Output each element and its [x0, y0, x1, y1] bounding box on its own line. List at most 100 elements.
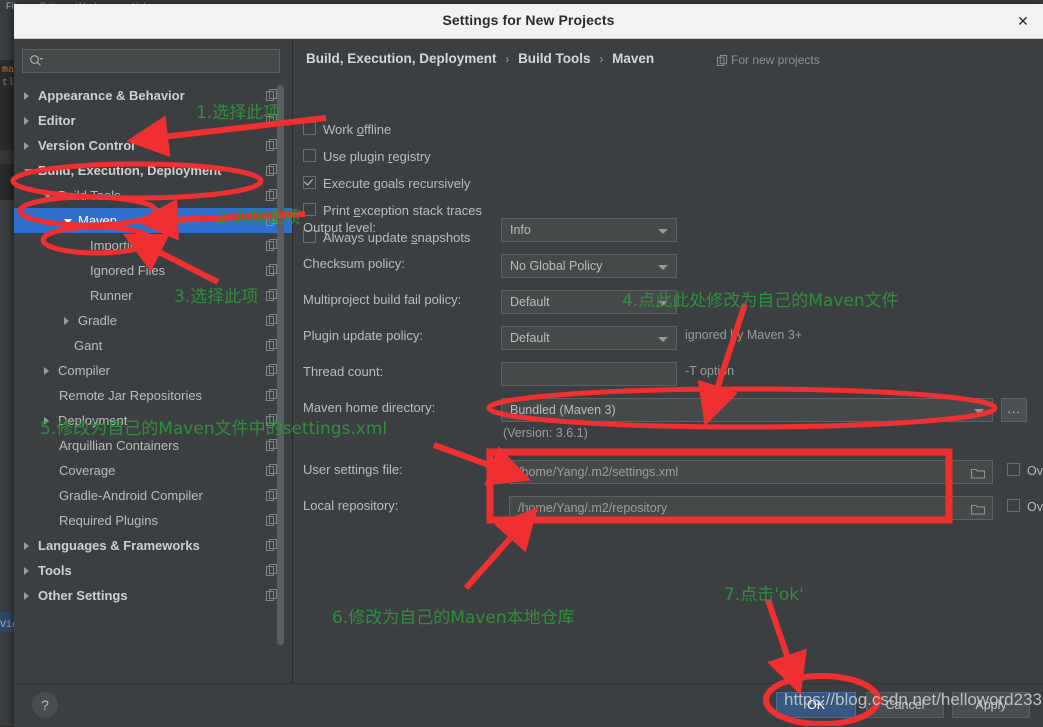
sidebar-item-label: Editor [38, 113, 76, 128]
search-field-wrapper [22, 49, 280, 73]
chevron-down-icon[interactable] [64, 219, 72, 224]
sidebar-item-maven[interactable]: Maven [14, 208, 292, 233]
help-button[interactable]: ? [32, 692, 58, 718]
sidebar-item-languages-frameworks[interactable]: Languages & Frameworks [14, 533, 292, 558]
search-input[interactable] [22, 49, 280, 73]
breadcrumb-leaf[interactable]: Maven [612, 51, 654, 66]
chevron-right-icon[interactable] [24, 142, 29, 150]
chevron-down-icon[interactable] [658, 229, 668, 234]
checkbox-box[interactable] [1007, 463, 1020, 476]
combobox-output-level[interactable]: Info [501, 218, 677, 242]
chevron-right-icon[interactable] [24, 92, 29, 100]
checkbox-box[interactable] [303, 203, 316, 216]
checkbox-override-local-repository[interactable]: Override [1007, 499, 1043, 514]
sidebar-item-tools[interactable]: Tools [14, 558, 292, 583]
sidebar-item-label: Build, Execution, Deployment [38, 163, 222, 178]
label-thread-count: Thread count: [303, 364, 384, 379]
sidebar-item-runner[interactable]: Runner [14, 283, 292, 308]
checkbox-use-plugin-registry[interactable]: Use plugin registry [303, 149, 431, 164]
chevron-down-icon[interactable] [658, 301, 668, 306]
sidebar-item-build-execution-deployment[interactable]: Build, Execution, Deployment [14, 158, 292, 183]
checkbox-box[interactable] [303, 149, 316, 162]
label-plugin-update-policy: Plugin update policy: [303, 328, 423, 343]
sidebar-item-deployment[interactable]: Deployment [14, 408, 292, 433]
combobox-plugin-update-policy[interactable]: Default [501, 326, 677, 350]
close-icon[interactable]: ✕ [1013, 12, 1033, 30]
chevron-right-icon[interactable] [64, 317, 69, 325]
combobox-maven-home[interactable]: Bundled (Maven 3) [501, 398, 993, 422]
sidebar-item-label: Ignored Files [90, 263, 166, 278]
breadcrumb-root[interactable]: Build, Execution, Deployment [306, 51, 497, 66]
checkbox-box[interactable] [1007, 499, 1020, 512]
sidebar-item-version-control[interactable]: Version Control [14, 133, 292, 158]
chevron-down-icon[interactable] [658, 265, 668, 270]
sidebar-item-importing[interactable]: Importing [14, 233, 292, 258]
dialog-titlebar: Settings for New Projects ✕ [14, 4, 1043, 39]
chevron-right-icon[interactable] [44, 367, 49, 375]
maven-settings-pane: Build, Execution, Deployment › Build Too… [293, 39, 1043, 683]
sidebar-item-label: Build Tools [58, 188, 121, 203]
browse-button[interactable]: ... [1001, 398, 1027, 422]
breadcrumb-mid[interactable]: Build Tools [518, 51, 591, 66]
combobox-checksum-policy[interactable]: No Global Policy [501, 254, 677, 278]
input-user-settings[interactable]: /home/Yang/.m2/settings.xml [509, 460, 993, 484]
checkbox-label-pre: Work [323, 122, 357, 137]
field-value: /home/Yang/.m2/repository [518, 501, 668, 515]
sidebar-item-editor[interactable]: Editor [14, 108, 292, 133]
field-value: No Global Policy [510, 259, 603, 273]
breadcrumb-separator-2: › [599, 52, 604, 66]
sidebar-item-gant[interactable]: Gant [14, 333, 292, 358]
chevron-right-icon[interactable] [24, 117, 29, 125]
chevron-right-icon[interactable] [24, 567, 29, 575]
dialog-body: Appearance & Behavior Editor Version Contr… [14, 39, 1043, 683]
sidebar-item-label: Maven [78, 213, 118, 228]
checkbox-label-post: oals recursively [380, 176, 471, 191]
sidebar-item-appearance-behavior[interactable]: Appearance & Behavior [14, 83, 292, 108]
chevron-right-icon[interactable] [24, 592, 29, 600]
sidebar-scrollbar-thumb[interactable] [277, 85, 284, 645]
folder-icon[interactable] [971, 467, 985, 479]
folder-icon[interactable] [971, 503, 985, 515]
sidebar-item-label: Tools [38, 563, 72, 578]
sidebar-item-other-settings[interactable]: Other Settings [14, 583, 292, 608]
label-user-settings: User settings file: [303, 462, 403, 477]
sidebar-item-remote-jar-repositories[interactable]: Remote Jar Repositories [14, 383, 292, 408]
chevron-right-icon[interactable] [24, 542, 29, 550]
chevron-down-icon[interactable] [24, 169, 32, 174]
sidebar-item-label: Required Plugins [59, 513, 159, 528]
sidebar-item-label: Remote Jar Repositories [59, 388, 203, 403]
checkbox-override-user-settings[interactable]: Override [1007, 463, 1043, 478]
dialog-title: Settings for New Projects [442, 12, 615, 28]
checkbox-mnemonic: o [356, 122, 364, 137]
watermark: https://blog.csdn.net/helloword233 [784, 690, 1043, 709]
sidebar-item-compiler[interactable]: Compiler [14, 358, 292, 383]
checkbox-box[interactable] [303, 176, 316, 189]
breadcrumb-separator-1: › [505, 52, 510, 66]
checkbox-box[interactable] [303, 122, 316, 135]
checkbox-label-pre: Execute [323, 176, 374, 191]
sidebar-item-label: Appearance & Behavior [38, 88, 185, 103]
sidebar-item-ignored-files[interactable]: Ignored Files [14, 258, 292, 283]
sidebar-item-coverage[interactable]: Coverage [14, 458, 292, 483]
input-thread-count[interactable] [501, 362, 677, 386]
sidebar-item-label: Gant [74, 338, 103, 353]
maven-version-label: (Version: 3.6.1) [503, 426, 588, 440]
chevron-down-icon[interactable] [44, 194, 52, 199]
chevron-down-icon[interactable] [658, 337, 668, 342]
checkbox-label-post: ffline [363, 122, 392, 137]
sidebar-item-label: Languages & Frameworks [38, 538, 200, 553]
sidebar-item-label: Coverage [59, 463, 116, 478]
checkbox-print-exception-stack-traces[interactable]: Print exception stack traces [303, 203, 482, 218]
combobox-multiproject-fail-policy[interactable]: Default [501, 290, 677, 314]
sidebar-item-gradle-android-compiler[interactable]: Gradle-Android Compiler [14, 483, 292, 508]
sidebar-item-arquillian-containers[interactable]: Arquillian Containers [14, 433, 292, 458]
sidebar-item-gradle[interactable]: Gradle [14, 308, 292, 333]
input-local-repository[interactable]: /home/Yang/.m2/repository [509, 496, 993, 520]
sidebar-item-label: Gradle-Android Compiler [59, 488, 203, 503]
sidebar-item-build-tools[interactable]: Build Tools [14, 183, 292, 208]
checkbox-execute-goals-recursively[interactable]: Execute goals recursively [303, 176, 470, 191]
sidebar-item-required-plugins[interactable]: Required Plugins [14, 508, 292, 533]
checkbox-work-offline[interactable]: Work offline [303, 122, 391, 137]
chevron-right-icon[interactable] [44, 417, 49, 425]
chevron-down-icon[interactable] [974, 409, 984, 414]
